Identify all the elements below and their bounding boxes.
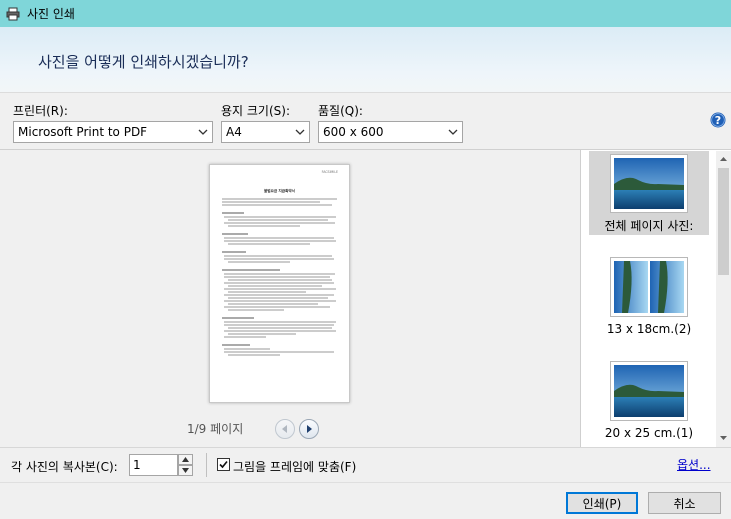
- doc-title: 불법요금 지급확약서: [264, 188, 295, 193]
- quality-label: 품질(Q):: [318, 104, 363, 118]
- chevron-down-icon: [198, 129, 208, 135]
- print-options-row: 각 사진의 복사본(C): 1 그림을 프레임에 맞춤(F) 옵션...: [0, 447, 731, 482]
- dialog-footer: 인쇄(P) 취소: [0, 482, 731, 519]
- printer-value: Microsoft Print to PDF: [18, 125, 148, 139]
- layout-list: 전체 페이지 사진: 13 x 18cm.(2) 20 x 25 cm.(1): [580, 150, 731, 447]
- layout-label: 13 x 18cm.(2): [606, 322, 692, 336]
- copies-spinner: [178, 454, 193, 476]
- checkmark-icon: [219, 460, 228, 469]
- cancel-button[interactable]: 취소: [648, 492, 721, 514]
- chevron-down-icon: [448, 129, 458, 135]
- arrow-left-icon: [282, 425, 287, 433]
- next-page-button[interactable]: [299, 419, 319, 439]
- arrow-down-icon: [182, 468, 189, 473]
- page-preview: FACSIMILE 불법요금 지급확약서: [209, 164, 350, 403]
- printer-label: 프린터(R):: [13, 104, 68, 118]
- doc-header-right: FACSIMILE: [322, 170, 338, 174]
- layout-item-20x25[interactable]: 20 x 25 cm.(1): [589, 361, 709, 445]
- layout-scrollbar[interactable]: [716, 151, 731, 447]
- quality-value: 600 x 600: [323, 125, 384, 139]
- layout-label: 20 x 25 cm.(1): [604, 426, 694, 440]
- printer-select[interactable]: Microsoft Print to PDF: [13, 121, 213, 143]
- scroll-up-icon[interactable]: [718, 154, 729, 165]
- paper-size-label: 용지 크기(S):: [221, 104, 290, 118]
- page-indicator: 1/9 페이지: [187, 422, 244, 436]
- printer-icon: [6, 7, 20, 21]
- chevron-down-icon: [295, 129, 305, 135]
- copies-decrement-button[interactable]: [178, 465, 193, 476]
- copies-increment-button[interactable]: [178, 454, 193, 465]
- landscape-photo-icon: [614, 158, 684, 209]
- layout-thumbnail: [610, 361, 688, 421]
- fit-to-frame-checkbox[interactable]: [217, 458, 230, 471]
- layout-item-13x18[interactable]: 13 x 18cm.(2): [589, 257, 709, 341]
- document-preview: FACSIMILE 불법요금 지급확약서: [222, 170, 338, 356]
- layout-label: 전체 페이지 사진:: [604, 219, 694, 233]
- layout-item-full-page[interactable]: 전체 페이지 사진:: [589, 151, 709, 235]
- title-bar: 사진 인쇄: [0, 0, 731, 27]
- options-link[interactable]: 옵션...: [677, 456, 711, 473]
- quality-select[interactable]: 600 x 600: [318, 121, 463, 143]
- window-title: 사진 인쇄: [27, 7, 75, 21]
- previous-page-button[interactable]: [275, 419, 295, 439]
- paper-size-value: A4: [226, 125, 242, 139]
- fit-to-frame-label[interactable]: 그림을 프레임에 맞춤(F): [233, 458, 356, 475]
- scrollbar-thumb[interactable]: [718, 168, 729, 275]
- help-icon[interactable]: ?: [710, 112, 726, 128]
- layout-thumbnail: [610, 257, 688, 317]
- layout-thumbnail: [610, 154, 688, 213]
- landscape-photo-icon: [614, 365, 684, 417]
- dialog-header: 사진을 어떻게 인쇄하시겠습니까?: [0, 27, 731, 93]
- paper-size-select[interactable]: A4: [221, 121, 310, 143]
- print-button[interactable]: 인쇄(P): [566, 492, 638, 514]
- arrow-right-icon: [307, 425, 312, 433]
- separator: [206, 453, 207, 477]
- arrow-up-icon: [182, 457, 189, 462]
- svg-text:?: ?: [715, 114, 721, 127]
- header-question: 사진을 어떻게 인쇄하시겠습니까?: [38, 53, 249, 71]
- two-photos-icon: [614, 261, 684, 313]
- scroll-down-icon[interactable]: [718, 432, 729, 443]
- copies-label: 각 사진의 복사본(C):: [11, 460, 118, 474]
- copies-input[interactable]: 1: [129, 454, 178, 476]
